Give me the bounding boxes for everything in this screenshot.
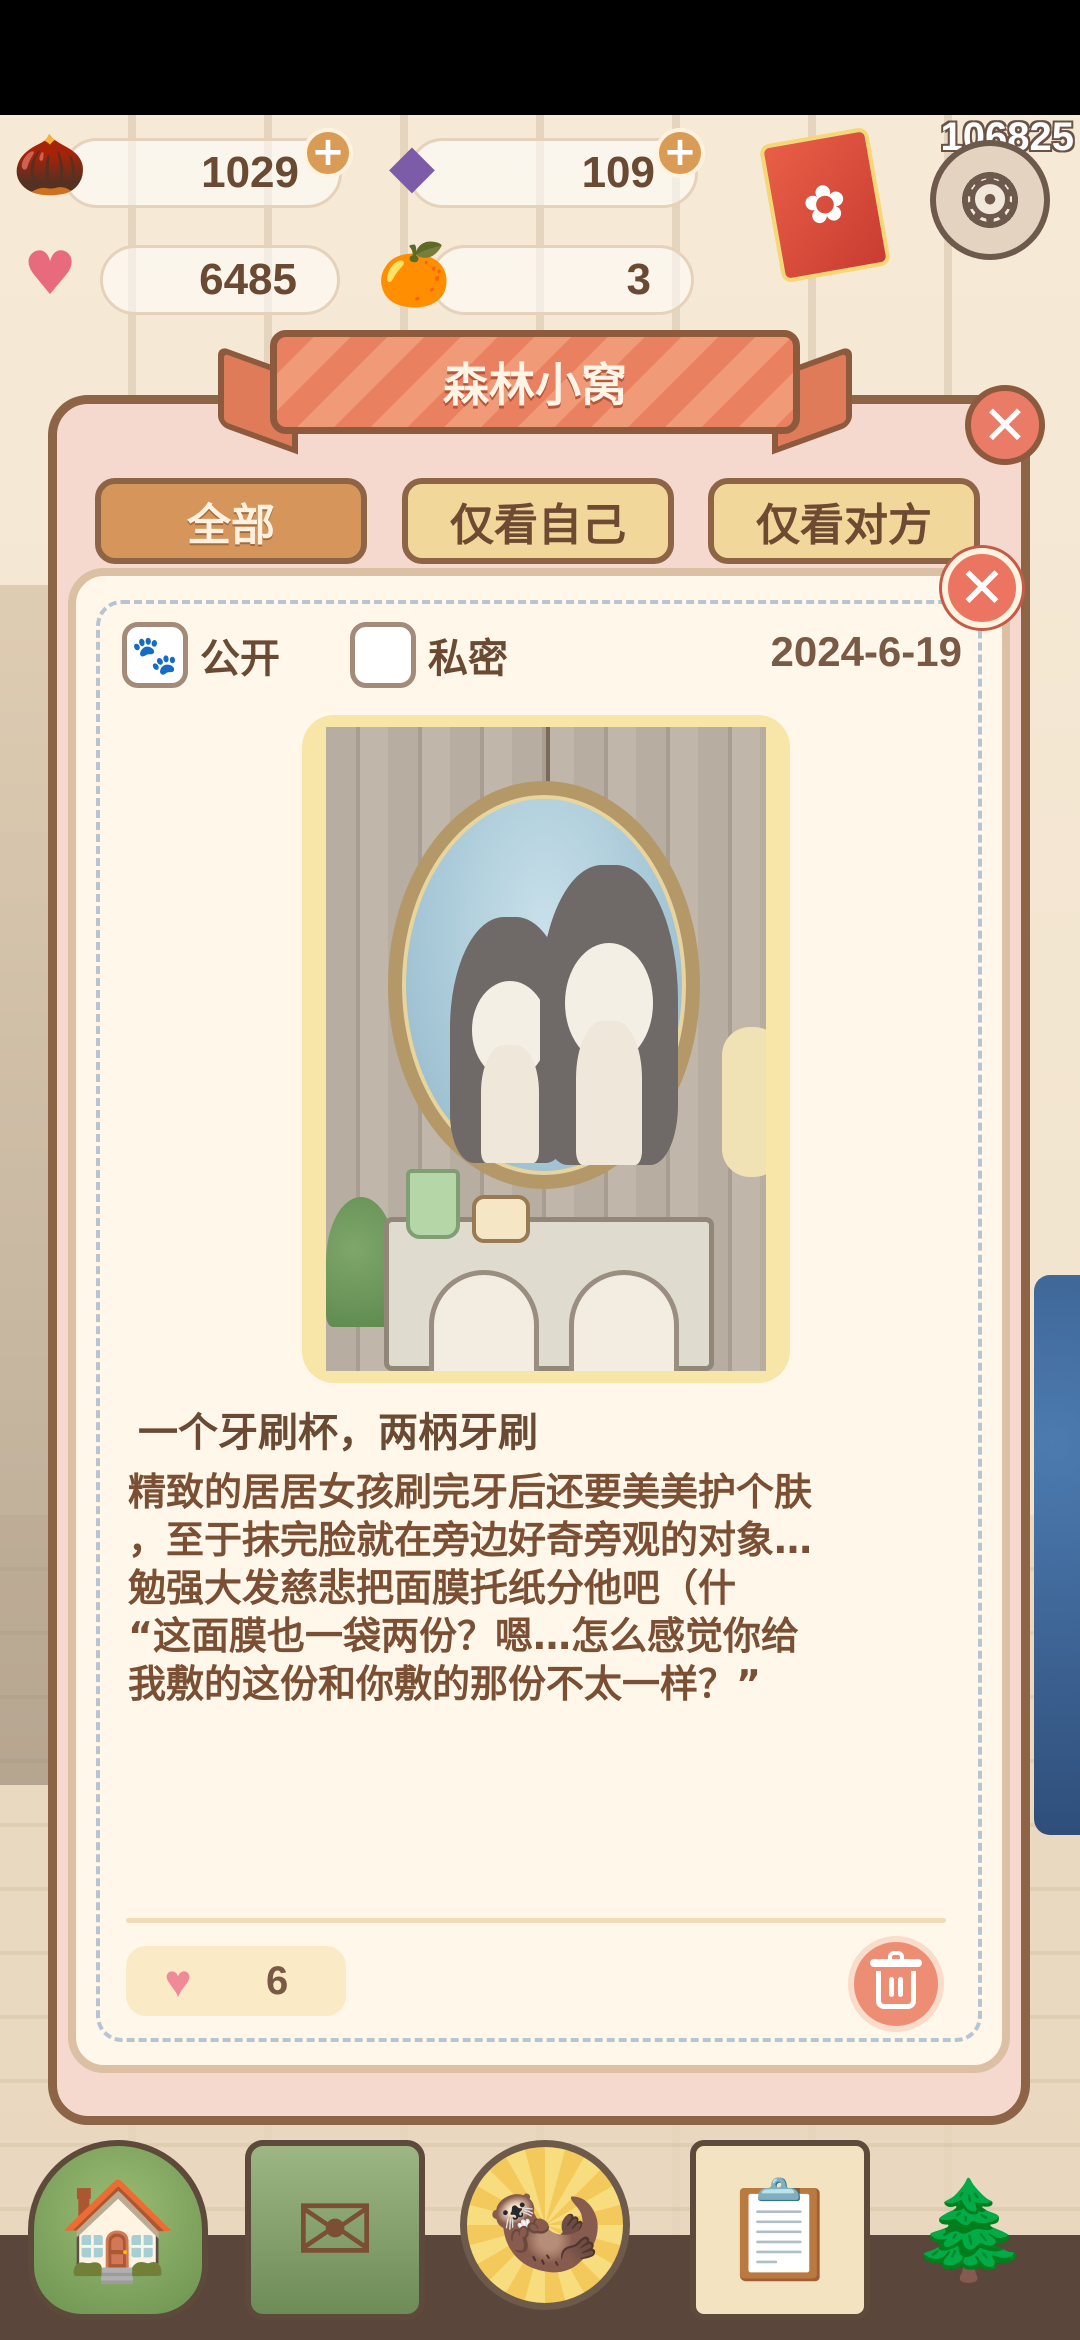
entry-body: 精致的居居女孩刷完牙后还要美美护个肤 ，至于抹完脸就在旁边好奇旁观的对象… 勉强…	[128, 1468, 948, 1708]
add-gem-button[interactable]: +	[655, 128, 705, 178]
close-panel-button[interactable]: ✕	[965, 385, 1045, 465]
purple-gem-icon: ◆	[388, 131, 436, 201]
likes-count: 6	[266, 1958, 289, 2003]
delete-entry-button[interactable]	[848, 1936, 944, 2032]
heart-gem-icon: ♥	[23, 239, 77, 309]
orange-icon: 🍊	[376, 239, 452, 310]
public-label: 公开	[200, 636, 280, 682]
orange-counter: 3	[430, 245, 694, 315]
entry-body-line: “这面膜也一袋两份？嗯…怎么感觉你给	[128, 1614, 799, 1658]
close-icon: ✕	[982, 393, 1028, 457]
gem-count: 109	[581, 148, 655, 197]
heart-gem-counter: 6485	[100, 245, 340, 315]
home-icon[interactable]: 🏠	[28, 2140, 208, 2320]
entry-date: 2024-6-19	[770, 628, 962, 675]
mirror-string	[546, 727, 550, 787]
close-icon: ✕	[958, 555, 1006, 621]
entry-title: 一个牙刷杯，两柄牙刷	[138, 1410, 538, 1456]
private-option[interactable]: 私密	[350, 622, 508, 688]
tab-partner-only[interactable]: 仅看对方	[708, 478, 980, 564]
clipboard-task-icon[interactable]: 📋	[690, 2140, 870, 2320]
towel	[722, 1027, 766, 1177]
gear-icon[interactable]: ⚙	[930, 140, 1050, 260]
paw-icon: 🐾	[131, 632, 179, 677]
otter-right	[540, 865, 678, 1165]
mail-icon[interactable]: ✉	[245, 2140, 425, 2320]
trash-icon	[870, 1951, 922, 2009]
acorn-icon: 🌰	[12, 129, 88, 200]
tab-all[interactable]: 全部	[95, 478, 367, 564]
panel-title: 森林小窝	[270, 330, 800, 434]
sink-cabinet	[384, 1217, 714, 1371]
entry-photo[interactable]	[326, 727, 766, 1371]
tab-self-only[interactable]: 仅看自己	[402, 478, 674, 564]
status-bar	[0, 0, 1080, 115]
close-entry-button[interactable]: ✕	[942, 548, 1022, 628]
toothbrush-cup	[406, 1169, 460, 1239]
mirror	[388, 781, 700, 1189]
heart-gem-count: 6485	[199, 255, 297, 304]
paw-checkbox-checked[interactable]: 🐾	[122, 622, 188, 688]
heart-gem-icon: ♥	[164, 1955, 192, 2007]
entry-body-line: 我敷的这份和你敷的那份不太一样？”	[128, 1662, 761, 1706]
map-icon[interactable]: 🌲	[880, 2140, 1060, 2320]
private-checkbox[interactable]	[350, 622, 416, 688]
likes-counter[interactable]: ♥ 6	[126, 1946, 346, 2016]
acorn-count: 1029	[201, 148, 299, 197]
room-right-furniture	[1034, 1275, 1080, 1835]
entry-divider	[126, 1918, 946, 1923]
public-option[interactable]: 🐾 公开	[122, 622, 280, 688]
entry-body-line: ，至于抹完脸就在旁边好奇旁观的对象…	[128, 1518, 813, 1562]
acorn-counter: 1029	[62, 138, 342, 208]
add-acorn-button[interactable]: +	[303, 128, 353, 178]
orange-count: 3	[626, 255, 651, 304]
entry-photo-frame	[302, 715, 790, 1383]
private-label: 私密	[428, 636, 508, 682]
entry-body-line: 勉强大发慈悲把面膜托纸分他吧（什	[128, 1566, 737, 1610]
entry-body-line: 精致的居居女孩刷完牙后还要美美护个肤	[128, 1470, 813, 1514]
otter-center-icon[interactable]: 🦦	[460, 2140, 630, 2310]
cream-jar	[472, 1195, 530, 1243]
